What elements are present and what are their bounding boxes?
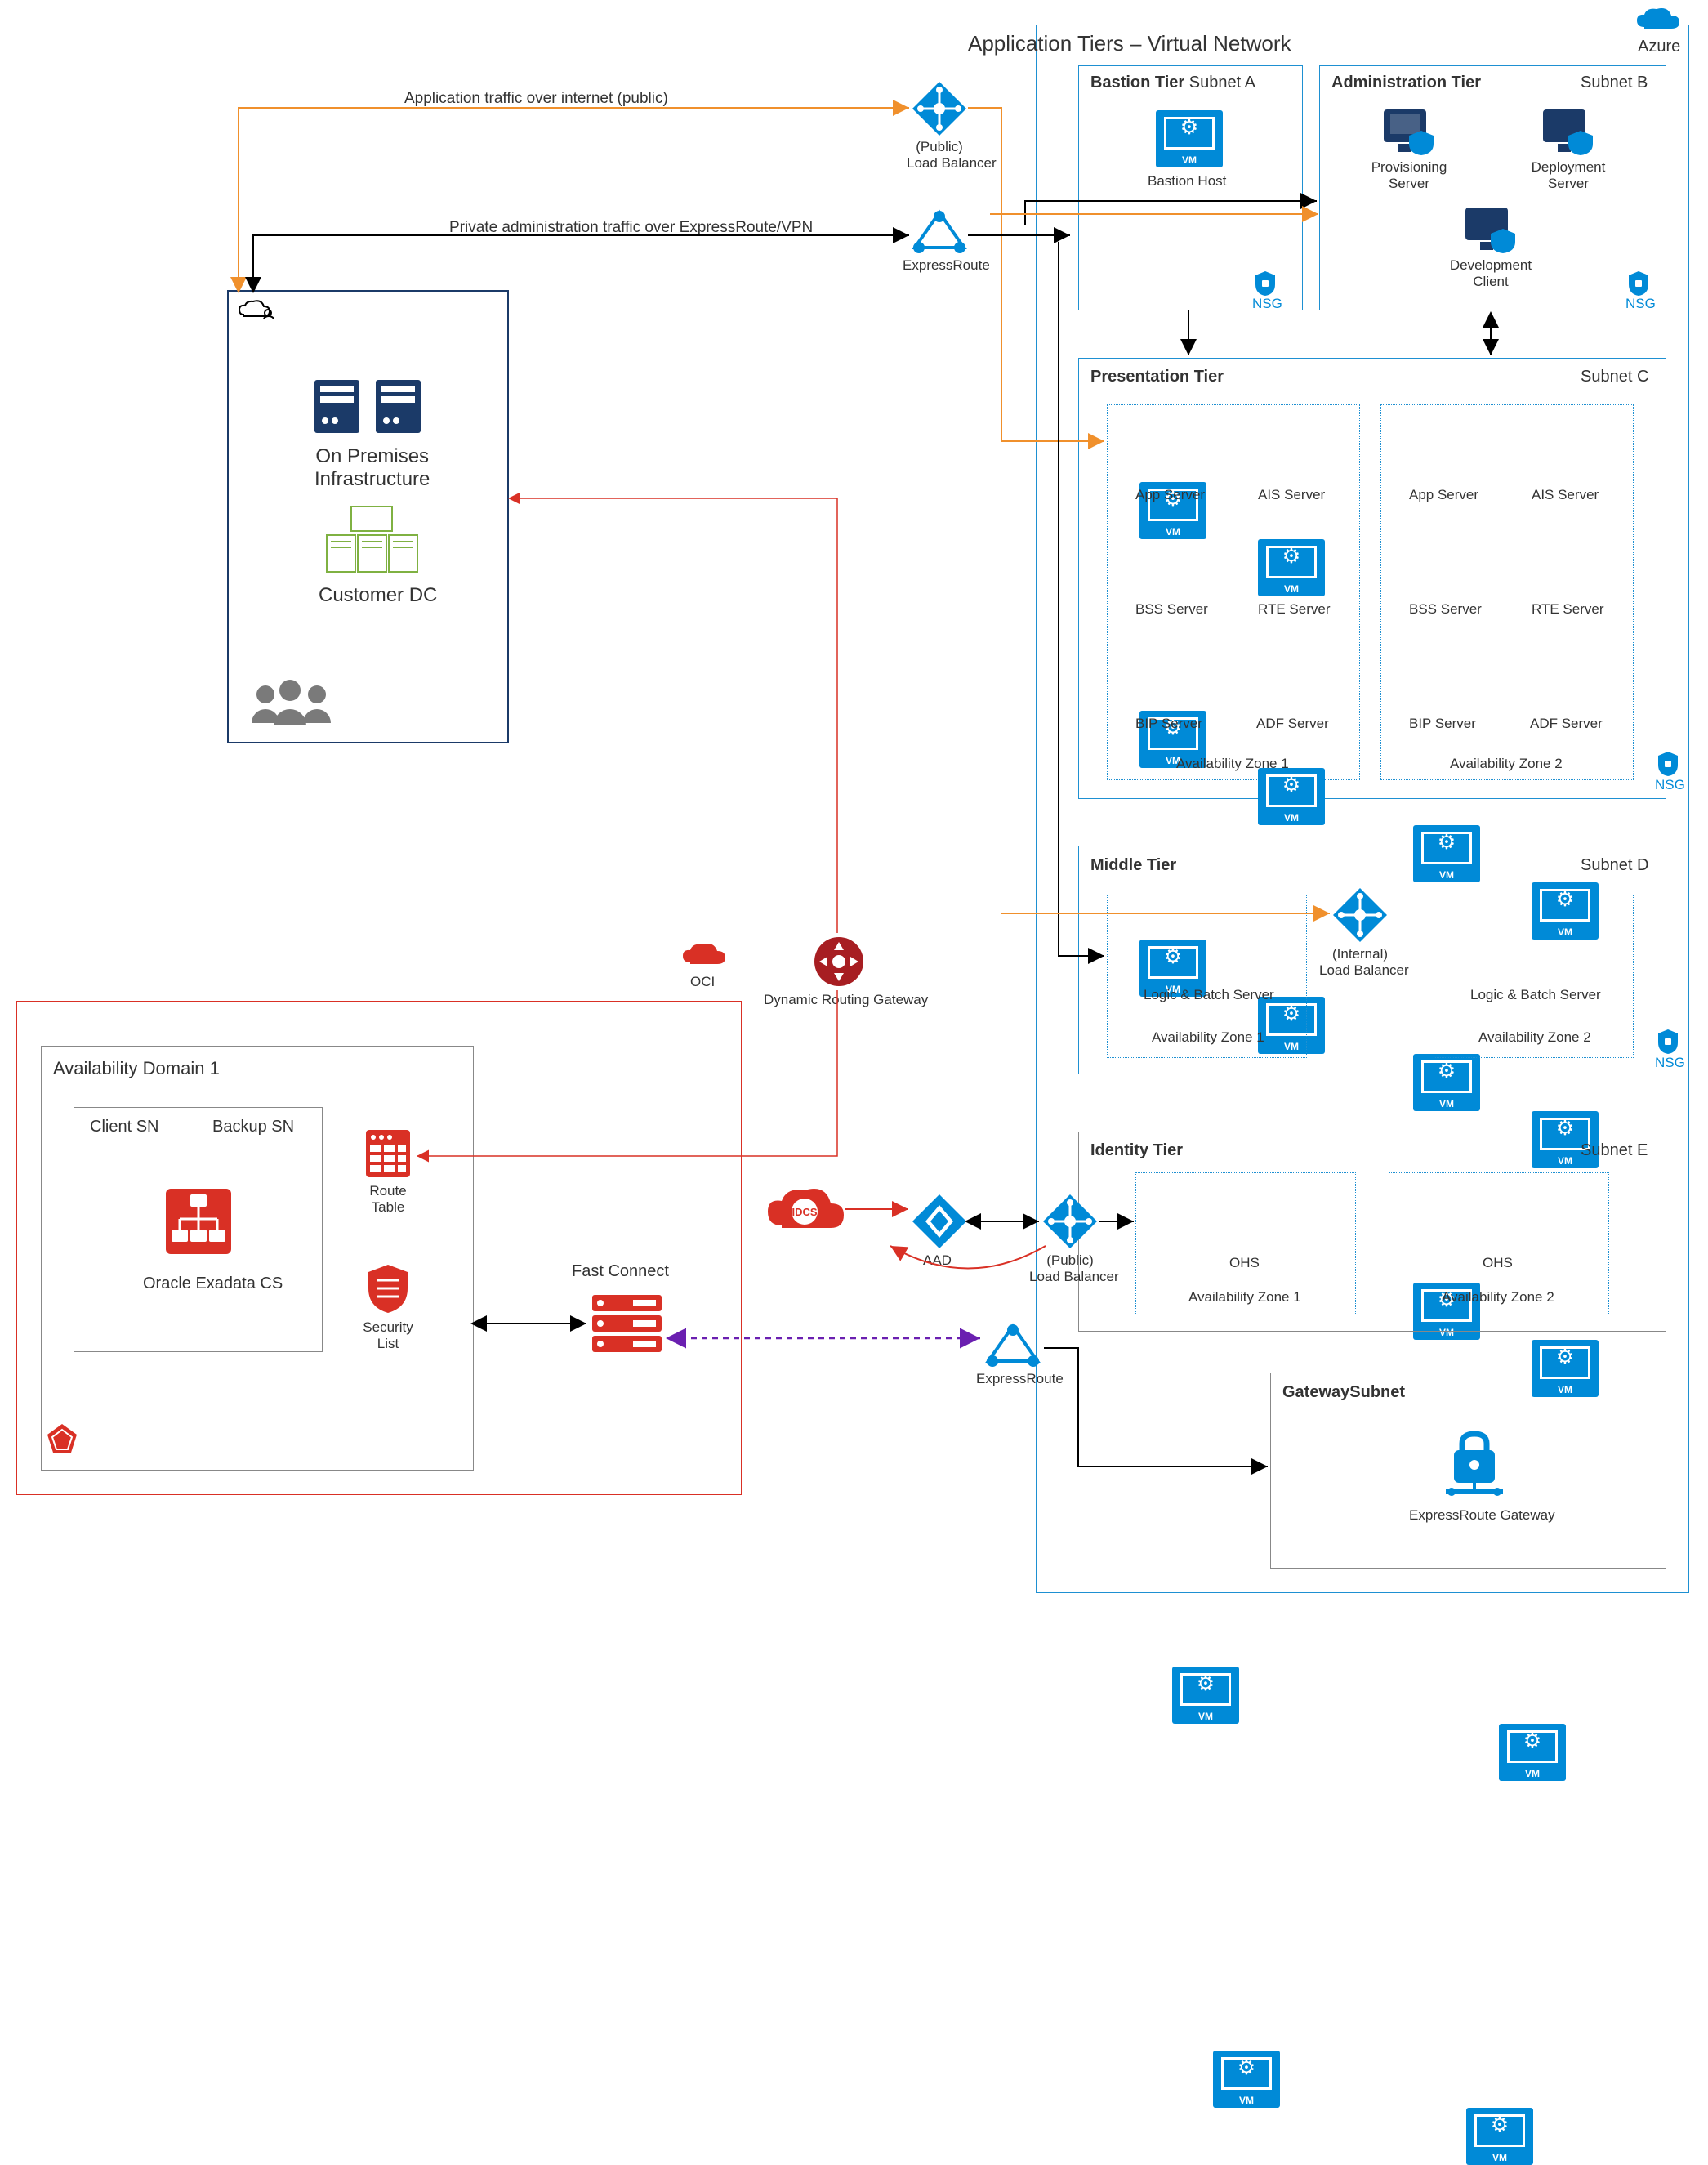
logic-batch-vm: ⚙VM xyxy=(1172,1667,1239,1724)
connectors xyxy=(0,0,1708,1627)
logic-batch-vm: ⚙VM xyxy=(1499,1724,1566,1781)
ohs-vm: ⚙VM xyxy=(1213,2051,1280,2108)
ohs-vm: ⚙VM xyxy=(1466,2108,1533,2165)
